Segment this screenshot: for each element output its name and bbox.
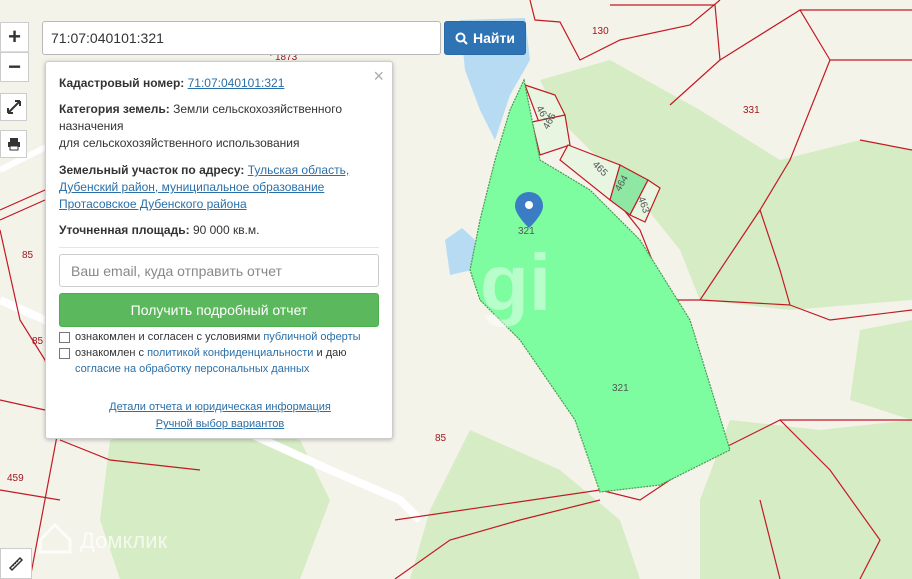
consent-link[interactable]: согласие на обработку персональных данны… — [75, 363, 309, 375]
cadastral-label: Кадастровый номер: — [59, 76, 185, 90]
offer-checkbox-label: ознакомлен и согласен с условиями публич… — [75, 329, 385, 345]
category-row: Категория земель: Земли сельскохозяйстве… — [59, 101, 369, 152]
category-value: Земли сельскохозяйственного — [173, 102, 343, 116]
offer-link[interactable]: публичной оферты — [263, 331, 360, 343]
address-link[interactable]: Протасовское Дубенского района — [59, 197, 247, 211]
search-button-label: Найти — [473, 30, 515, 46]
privacy-checkbox-label: ознакомлен с политикой конфиденциальност… — [75, 345, 385, 377]
category-value: назначения — [59, 119, 124, 133]
details-link-wrap: Детали отчета и юридическая информация — [46, 401, 394, 413]
watermark-text: Домклик — [80, 528, 168, 553]
offer-checkbox[interactable] — [59, 332, 70, 343]
map-label: 85 — [22, 250, 34, 261]
map-label: 130 — [592, 26, 609, 37]
parcel-info-popup: × Кадастровый номер: 71:07:040101:321 Ка… — [45, 61, 393, 439]
address-link[interactable]: Тульская область, — [248, 163, 349, 177]
expand-icon — [6, 100, 21, 114]
privacy-checkbox[interactable] — [59, 348, 70, 359]
manual-link-wrap: Ручной выбор вариантов — [46, 418, 394, 430]
area-row: Уточненная площадь: 90 000 кв.м. — [59, 222, 369, 239]
area-value: 90 000 кв.м. — [192, 223, 260, 237]
ruler-button[interactable] — [0, 548, 32, 579]
map-label: 85 — [435, 433, 447, 444]
address-row: Земельный участок по адресу: Тульская об… — [59, 162, 369, 213]
map-label: 321 — [612, 383, 629, 394]
privacy-text: ознакомлен с — [75, 347, 145, 359]
privacy-link[interactable]: политикой конфиденциальности — [147, 347, 313, 359]
print-button[interactable] — [0, 130, 27, 158]
map-label: 459 — [7, 473, 24, 484]
ruler-icon — [8, 556, 24, 571]
address-label: Земельный участок по адресу: — [59, 163, 245, 177]
offer-text: ознакомлен и согласен с условиями — [75, 331, 261, 343]
address-link[interactable]: Дубенский район, муниципальное образован… — [59, 180, 324, 194]
manual-selection-link[interactable]: Ручной выбор вариантов — [156, 418, 284, 430]
email-input[interactable] — [59, 254, 379, 287]
map-label: 331 — [743, 105, 760, 116]
printer-icon — [7, 138, 20, 151]
search-icon — [455, 32, 468, 45]
cadastral-link[interactable]: 71:07:040101:321 — [188, 76, 285, 90]
divider — [59, 247, 379, 248]
map-label: 85 — [32, 336, 44, 347]
category-label: Категория земель: — [59, 102, 170, 116]
zoom-in-button[interactable]: + — [0, 22, 29, 52]
forest-area — [100, 420, 330, 579]
search-button[interactable]: Найти — [444, 21, 526, 55]
fullscreen-button[interactable] — [0, 93, 27, 121]
category-value: для сельскохозяйственного использования — [59, 136, 300, 150]
map-label: 321 — [518, 226, 535, 237]
search-input[interactable] — [42, 21, 441, 55]
cadastral-row: Кадастровый номер: 71:07:040101:321 — [59, 75, 369, 92]
zoom-out-button[interactable]: − — [0, 52, 29, 82]
watermark: gi — [480, 238, 551, 327]
get-report-button[interactable]: Получить подробный отчет — [59, 293, 379, 327]
close-icon[interactable]: × — [373, 66, 384, 87]
area-label: Уточненная площадь: — [59, 223, 190, 237]
details-link[interactable]: Детали отчета и юридическая информация — [109, 401, 331, 413]
privacy-text: и даю — [316, 347, 347, 359]
